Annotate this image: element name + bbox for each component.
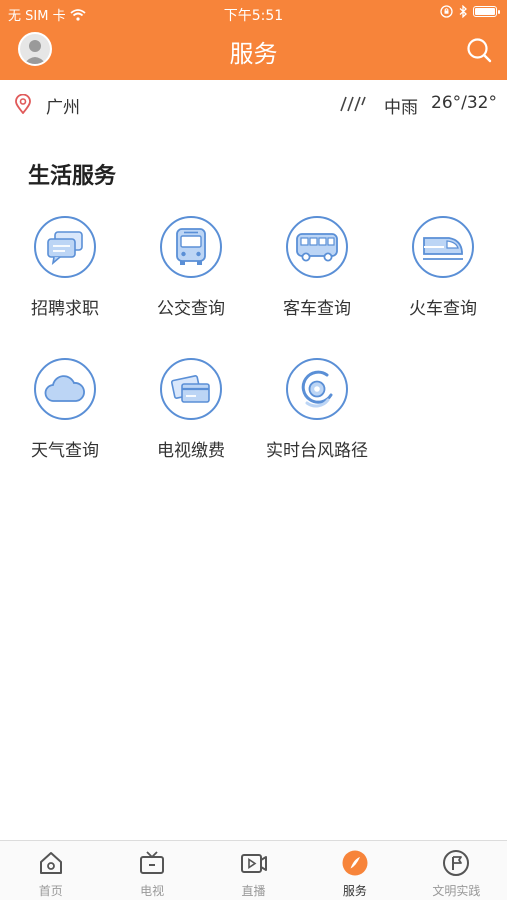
service-bus-query[interactable]: 公交查询 xyxy=(128,216,254,336)
tab-civilization-practice[interactable]: 文明实践 xyxy=(406,841,507,900)
tv-icon xyxy=(140,851,165,874)
service-icon-circle xyxy=(286,216,348,278)
cards-icon xyxy=(170,375,210,403)
app-header: 无 SIM 卡 下午5:51 服务 xyxy=(0,0,507,80)
status-right xyxy=(440,5,500,18)
service-label: 招聘求职 xyxy=(31,299,99,319)
service-icon-circle xyxy=(412,216,474,278)
service-label: 实时台风路径 xyxy=(266,441,368,461)
service-label: 天气查询 xyxy=(31,441,99,461)
service-label: 火车查询 xyxy=(409,299,477,319)
status-bar: 无 SIM 卡 下午5:51 xyxy=(0,0,507,26)
live-video-icon xyxy=(240,854,267,873)
tab-label: 直播 xyxy=(241,884,266,898)
orientation-lock-icon xyxy=(440,5,453,18)
service-label: 公交查询 xyxy=(157,299,225,319)
tab-label: 文明实践 xyxy=(432,884,481,898)
service-train-query[interactable]: 火车查询 xyxy=(380,216,506,336)
tab-home[interactable]: 首页 xyxy=(0,841,101,900)
compass-icon xyxy=(342,850,368,876)
bus-icon xyxy=(176,228,206,265)
tab-label: 服务 xyxy=(342,884,367,898)
flag-icon xyxy=(443,850,470,876)
train-icon xyxy=(423,237,463,260)
tab-label: 首页 xyxy=(38,884,63,898)
service-icon-circle xyxy=(160,216,222,278)
service-weather-query[interactable]: 天气查询 xyxy=(2,358,128,478)
city-label: 广州 xyxy=(46,98,80,118)
bottom-tab-bar: 首页 电视 直播 服务 文明实践 xyxy=(0,840,507,900)
tab-label: 电视 xyxy=(140,884,165,898)
rain-icon xyxy=(340,96,366,112)
location-weather-bar[interactable]: 广州 中雨 26°/32° xyxy=(0,80,507,128)
temperature-range: 26°/32° xyxy=(431,93,497,113)
location-pin-icon xyxy=(15,94,31,114)
service-coach-query[interactable]: 客车查询 xyxy=(254,216,380,336)
service-label: 客车查询 xyxy=(283,299,351,319)
battery-icon xyxy=(473,6,500,17)
home-icon xyxy=(39,852,62,874)
section-title: 生活服务 xyxy=(28,164,117,189)
status-time: 下午5:51 xyxy=(223,8,284,24)
service-icon-circle xyxy=(286,358,348,420)
tab-service[interactable]: 服务 xyxy=(304,841,405,900)
bluetooth-icon xyxy=(459,5,467,18)
weather-description: 中雨 xyxy=(384,98,418,118)
typhoon-icon xyxy=(301,370,333,408)
service-tv-payment[interactable]: 电视缴费 xyxy=(128,358,254,478)
service-job-search[interactable]: 招聘求职 xyxy=(2,216,128,336)
nav-bar: 服务 xyxy=(0,26,507,78)
service-icon-circle xyxy=(160,358,222,420)
service-label: 电视缴费 xyxy=(157,441,225,461)
service-icon-circle xyxy=(34,358,96,420)
service-typhoon-path[interactable]: 实时台风路径 xyxy=(254,358,380,478)
coach-icon xyxy=(296,233,338,262)
search-button[interactable] xyxy=(465,36,493,64)
cloud-icon xyxy=(44,375,85,402)
search-icon xyxy=(467,38,492,63)
tab-tv[interactable]: 电视 xyxy=(101,841,202,900)
chat-bubbles-icon xyxy=(47,231,83,265)
service-icon-circle xyxy=(34,216,96,278)
page-title: 服务 xyxy=(229,40,278,68)
tab-live[interactable]: 直播 xyxy=(203,841,304,900)
